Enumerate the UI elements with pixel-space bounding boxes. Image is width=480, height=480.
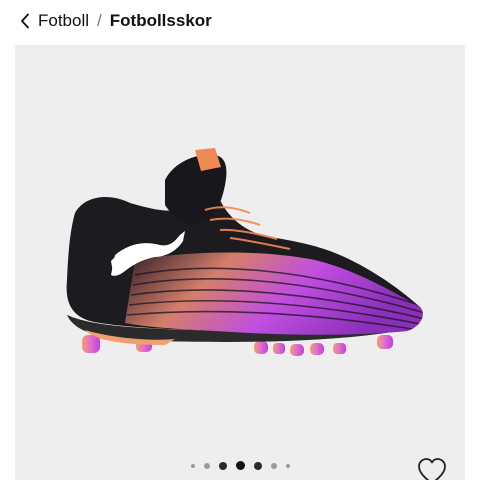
product-image bbox=[66, 148, 423, 356]
carousel-dots bbox=[15, 461, 465, 470]
breadcrumb-parent[interactable]: Fotboll bbox=[38, 11, 89, 31]
breadcrumb-separator: / bbox=[97, 11, 102, 30]
wishlist-button[interactable] bbox=[416, 456, 448, 480]
product-image-gallery[interactable] bbox=[15, 45, 465, 480]
carousel-dot[interactable] bbox=[218, 461, 227, 470]
carousel-dot[interactable] bbox=[203, 462, 210, 469]
carousel-dot-active[interactable] bbox=[235, 461, 245, 470]
breadcrumb-current: Fotbollsskor bbox=[109, 11, 212, 30]
carousel-dot[interactable] bbox=[253, 461, 262, 470]
back-link[interactable]: Fotboll bbox=[20, 11, 89, 31]
carousel-dot[interactable] bbox=[285, 463, 290, 468]
heart-outline-icon bbox=[416, 458, 448, 480]
carousel-dot[interactable] bbox=[190, 463, 195, 468]
breadcrumb: Fotboll / Fotbollsskor bbox=[20, 8, 212, 34]
carousel-dot[interactable] bbox=[270, 462, 277, 469]
chevron-left-icon bbox=[20, 13, 30, 29]
